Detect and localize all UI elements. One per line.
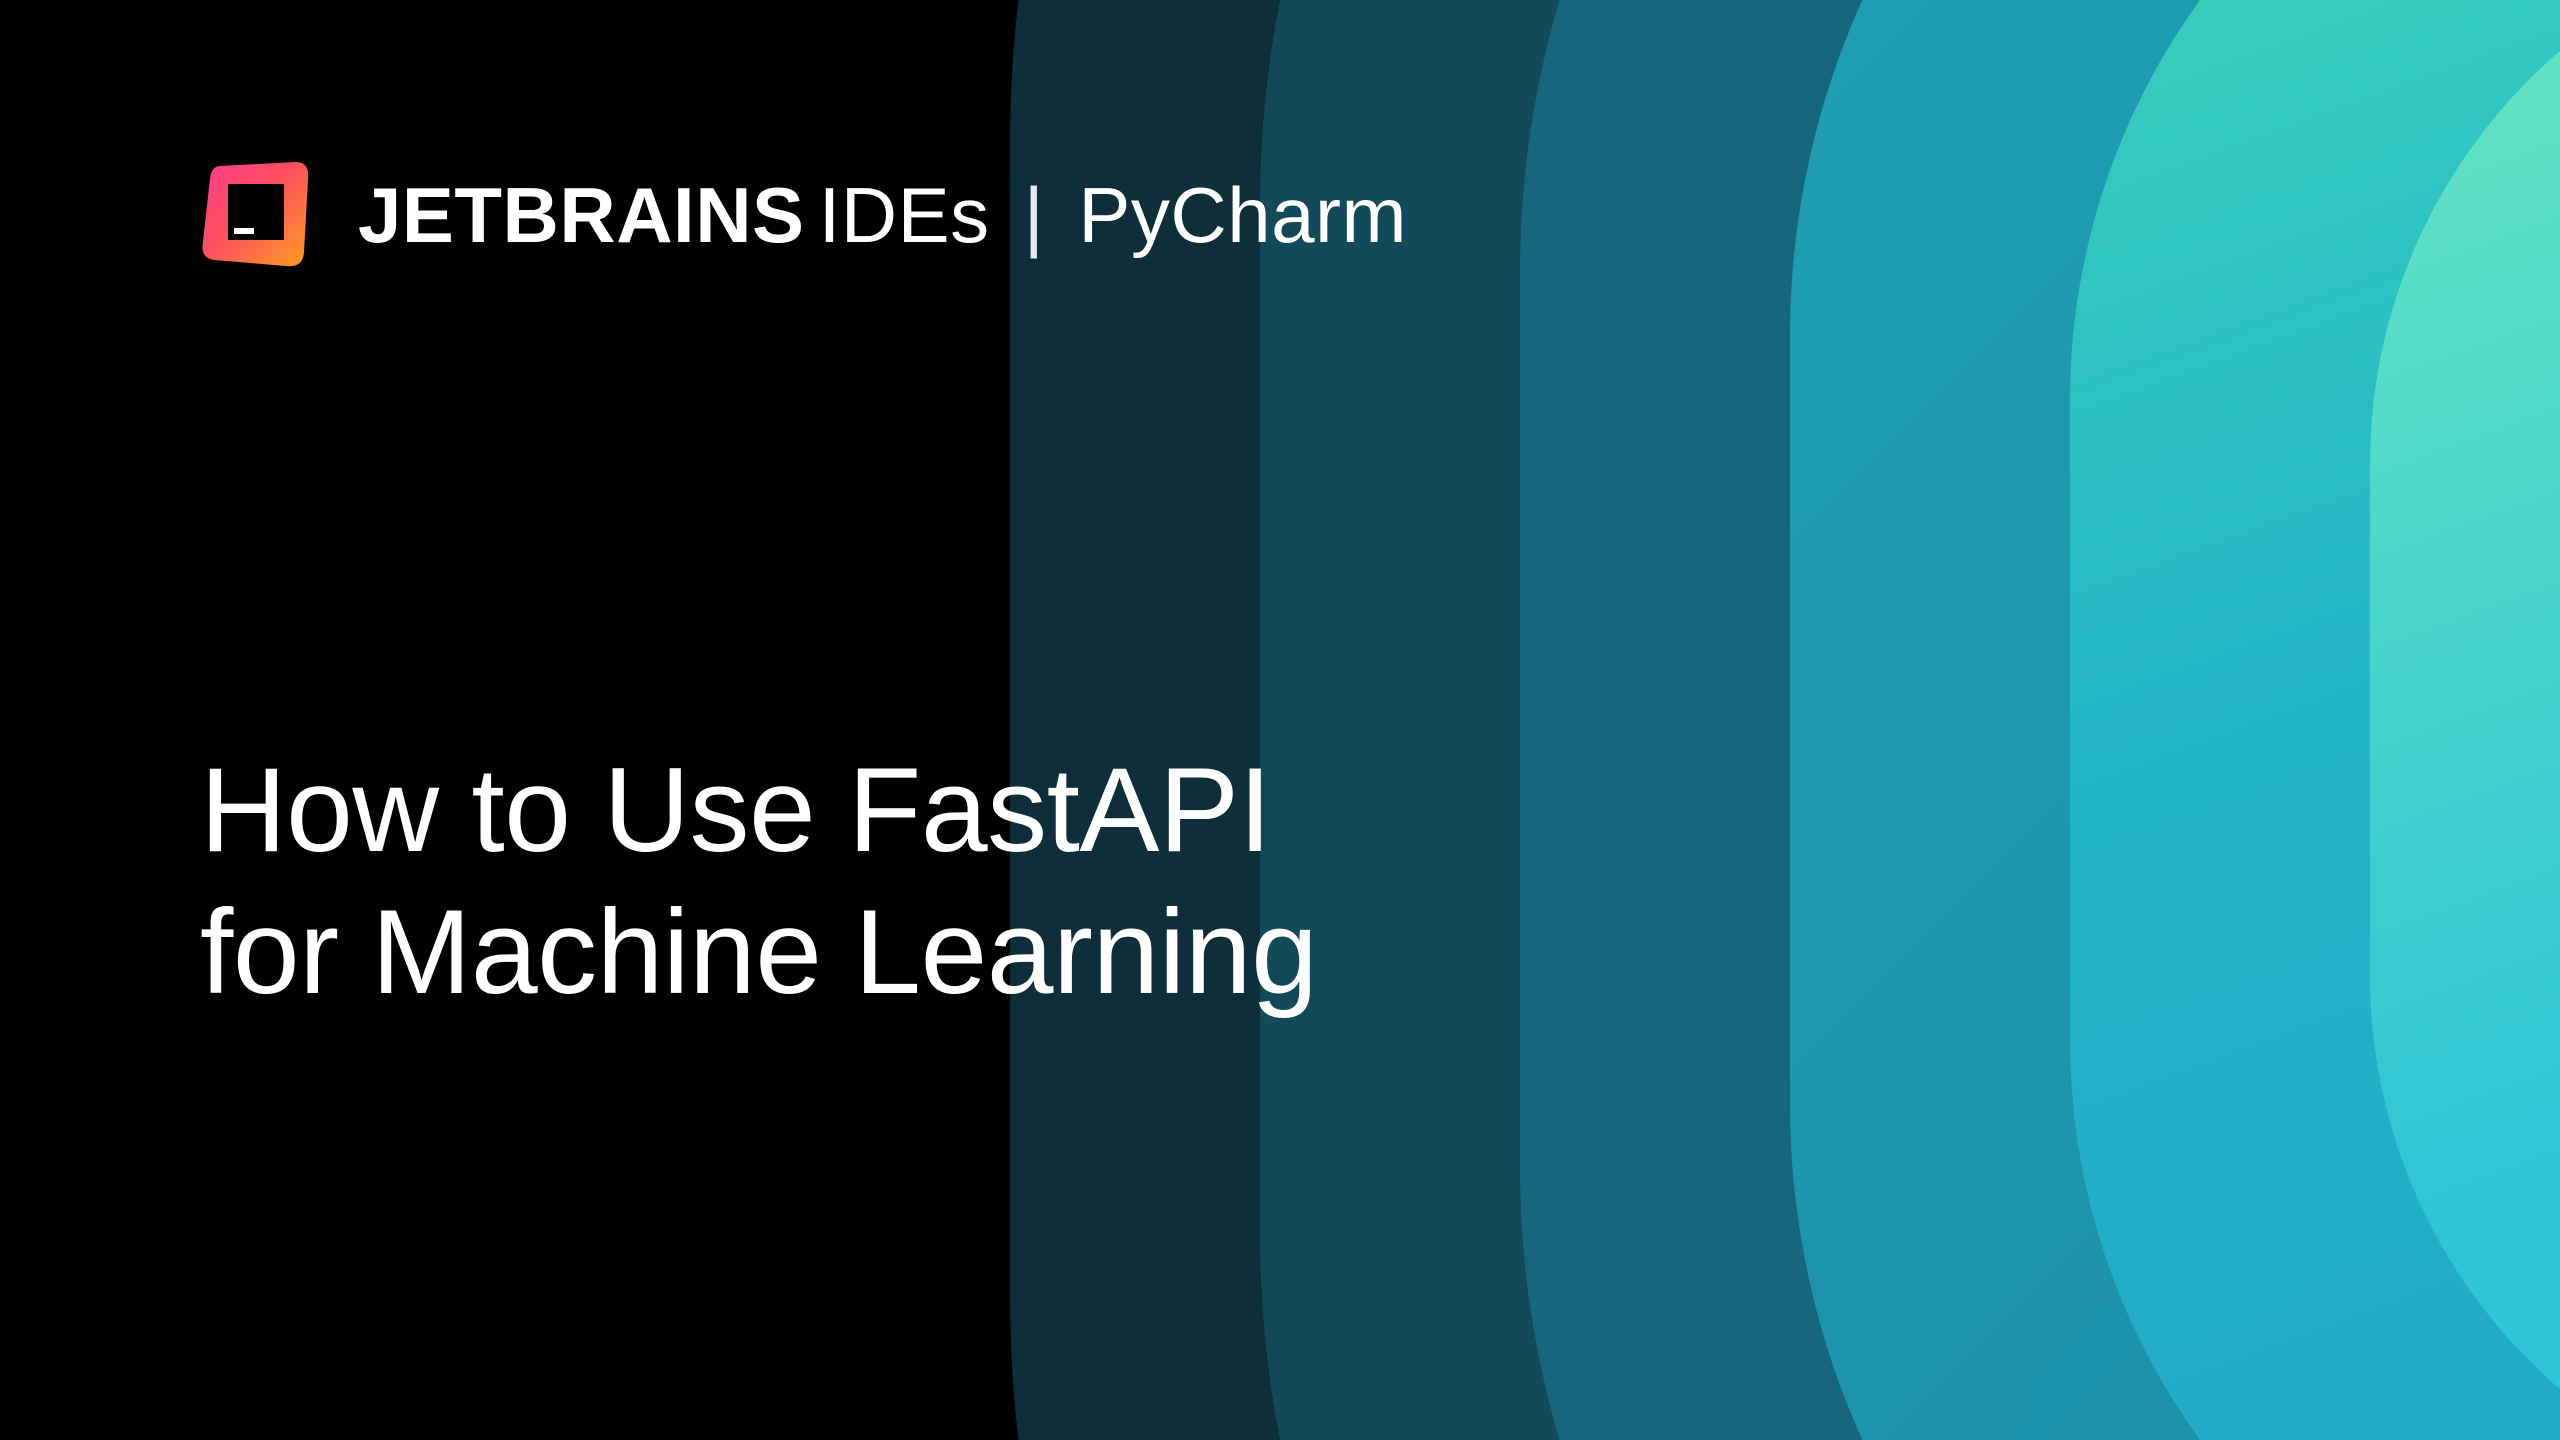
brand-separator: | <box>1024 176 1045 254</box>
brand-text: JETBRAINS IDEs | PyCharm <box>358 176 1407 254</box>
page-title: How to Use FastAPI for Machine Learning <box>200 740 2560 1023</box>
brand-row: JETBRAINS IDEs | PyCharm <box>200 160 2560 270</box>
brand-suffix: IDEs <box>819 176 990 254</box>
jetbrains-logo-icon <box>200 160 310 270</box>
foreground-content: JETBRAINS IDEs | PyCharm How to Use Fast… <box>0 0 2560 1023</box>
brand-company: JETBRAINS <box>358 176 805 254</box>
headline-line-1: How to Use FastAPI <box>200 743 1271 877</box>
headline-line-2: for Machine Learning <box>200 885 1317 1019</box>
brand-product: PyCharm <box>1078 176 1407 254</box>
